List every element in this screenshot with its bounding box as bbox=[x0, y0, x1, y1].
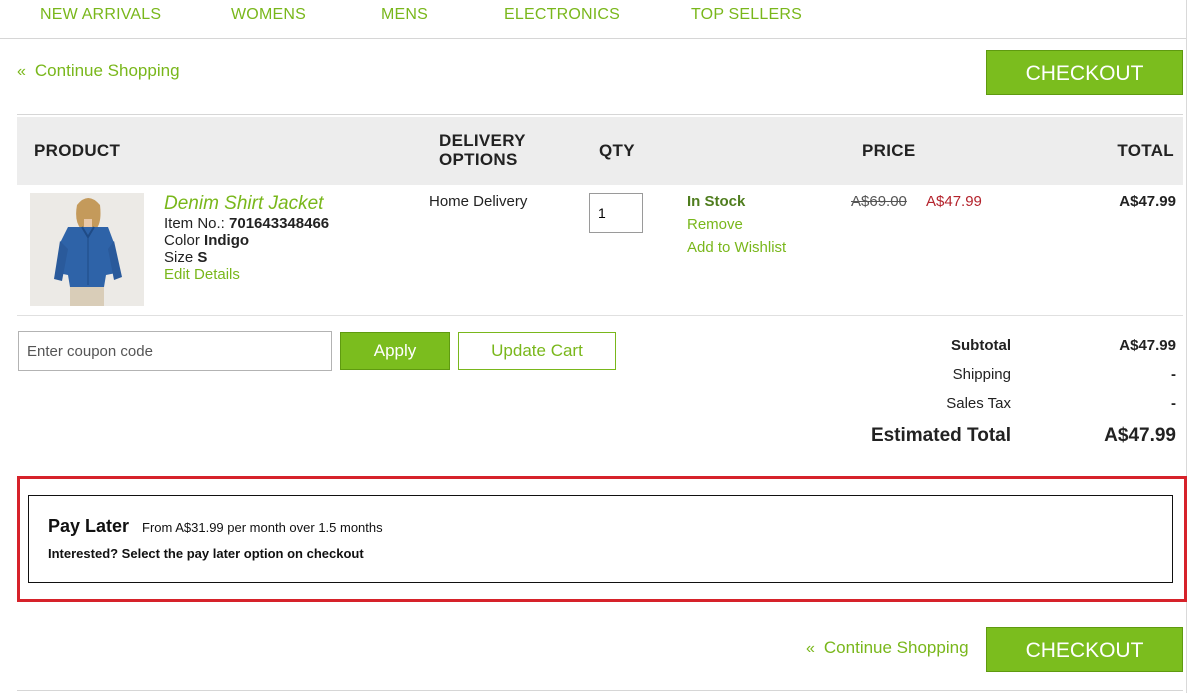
shipping-label: Shipping bbox=[952, 366, 1011, 383]
product-name-link[interactable]: Denim Shirt Jacket bbox=[164, 193, 323, 215]
continue-shopping-label: Continue Shopping bbox=[823, 638, 969, 657]
continue-shopping-link-top[interactable]: « Continue Shopping bbox=[17, 61, 180, 81]
pay-later-note: Interested? Select the pay later option … bbox=[48, 546, 364, 561]
coupon-code-input[interactable] bbox=[18, 331, 332, 371]
estimated-total-value: A$47.99 bbox=[1104, 425, 1176, 446]
header-qty: QTY bbox=[599, 141, 635, 160]
sales-tax-value: - bbox=[1171, 395, 1176, 412]
double-chevron-left-icon: « bbox=[17, 63, 26, 80]
stock-status: In Stock bbox=[687, 193, 746, 210]
add-to-wishlist-link[interactable]: Add to Wishlist bbox=[687, 239, 786, 256]
subtotal-label: Subtotal bbox=[951, 337, 1011, 354]
item-number-value: 701643348466 bbox=[229, 215, 330, 232]
double-chevron-left-icon: « bbox=[806, 640, 815, 657]
edit-details-link[interactable]: Edit Details bbox=[164, 266, 240, 283]
pay-later-panel bbox=[28, 495, 1173, 583]
apply-coupon-button[interactable]: Apply bbox=[340, 332, 450, 370]
estimated-total-label: Estimated Total bbox=[870, 425, 1011, 446]
update-cart-button[interactable]: Update Cart bbox=[458, 332, 616, 370]
item-number: Item No.: 701643348466 bbox=[164, 215, 329, 232]
item-size-label: Size bbox=[164, 249, 194, 266]
row-total: A$47.99 bbox=[1119, 193, 1176, 210]
cart-table-header: PRODUCT DELIVERY OPTIONS QTY PRICE TOTAL bbox=[17, 117, 1183, 185]
item-number-label: Item No.: bbox=[164, 215, 225, 232]
continue-shopping-label: Continue Shopping bbox=[34, 61, 180, 80]
divider bbox=[17, 315, 1183, 316]
nav-electronics[interactable]: ELECTRONICS bbox=[504, 6, 620, 24]
product-image[interactable] bbox=[30, 193, 144, 306]
nav-womens[interactable]: WOMENS bbox=[231, 6, 306, 24]
nav-new-arrivals[interactable]: NEW ARRIVALS bbox=[40, 6, 161, 24]
continue-shopping-link-bottom[interactable]: « Continue Shopping bbox=[806, 638, 969, 658]
sales-tax-label: Sales Tax bbox=[946, 395, 1011, 412]
top-navigation: NEW ARRIVALS WOMENS MENS ELECTRONICS TOP… bbox=[0, 0, 1186, 39]
sale-price: A$47.99 bbox=[926, 193, 982, 210]
divider bbox=[17, 114, 1183, 115]
header-total: TOTAL bbox=[1117, 141, 1174, 160]
quantity-input[interactable] bbox=[589, 193, 643, 233]
subtotal-value: A$47.99 bbox=[1119, 337, 1176, 354]
header-price: PRICE bbox=[862, 141, 916, 160]
checkout-button-bottom[interactable]: CHECKOUT bbox=[986, 627, 1183, 672]
original-price: A$69.00 bbox=[851, 193, 907, 210]
shipping-value: - bbox=[1171, 366, 1176, 383]
product-photo-icon bbox=[30, 193, 144, 306]
pay-later-subtitle: From A$31.99 per month over 1.5 months bbox=[142, 520, 383, 535]
header-delivery-line1: DELIVERY bbox=[439, 131, 526, 150]
nav-top-sellers[interactable]: TOP SELLERS bbox=[691, 6, 802, 24]
nav-mens[interactable]: MENS bbox=[381, 6, 428, 24]
header-product: PRODUCT bbox=[34, 141, 121, 160]
item-color-value: Indigo bbox=[204, 232, 250, 249]
item-size-value: S bbox=[197, 249, 208, 266]
checkout-button-top[interactable]: CHECKOUT bbox=[986, 50, 1183, 95]
divider bbox=[17, 690, 1183, 691]
item-color-label: Color bbox=[164, 232, 200, 249]
item-color: Color Indigo bbox=[164, 232, 249, 249]
pay-later-title: Pay Later bbox=[48, 516, 130, 536]
remove-link[interactable]: Remove bbox=[687, 216, 743, 233]
item-size: Size S bbox=[164, 249, 207, 266]
delivery-option: Home Delivery bbox=[429, 193, 528, 210]
header-delivery-line2: OPTIONS bbox=[439, 150, 518, 169]
